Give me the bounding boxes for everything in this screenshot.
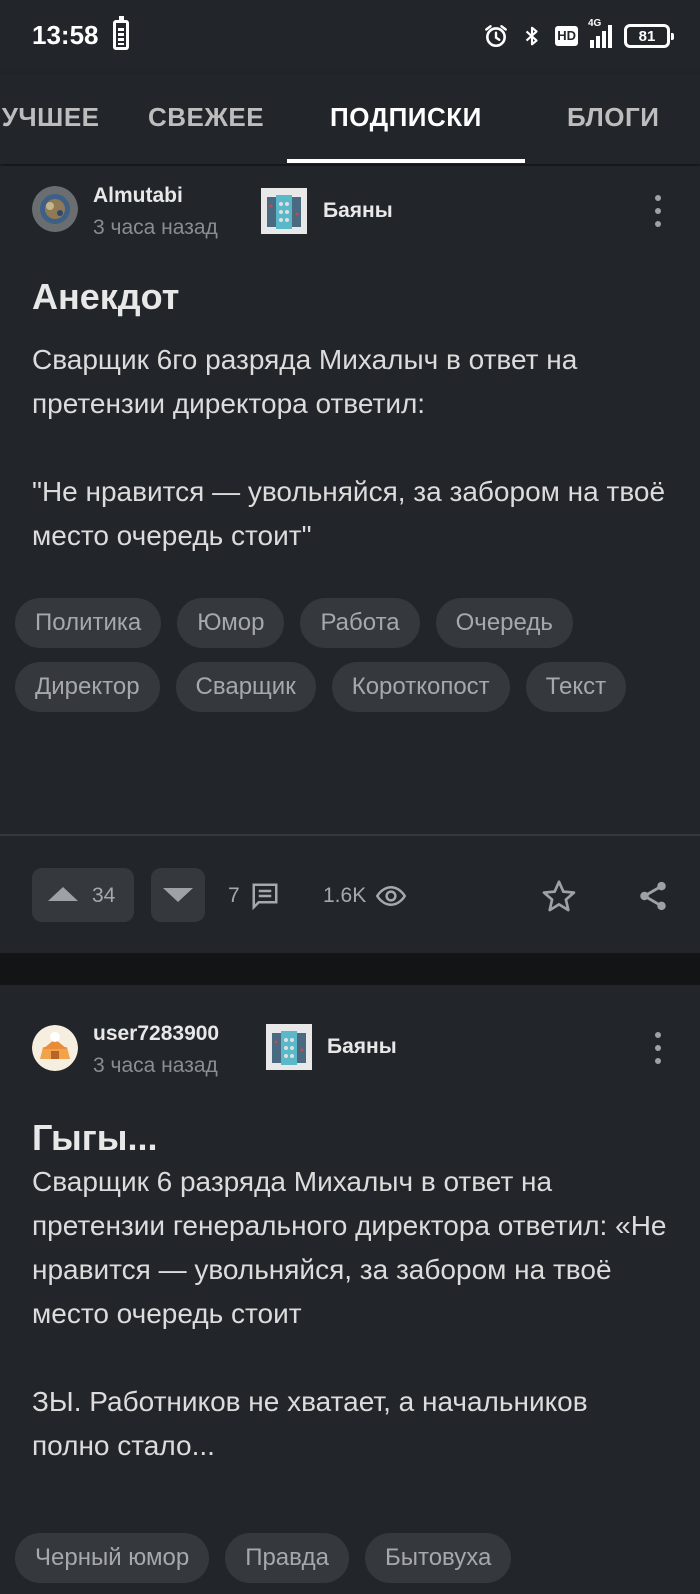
tag-chip[interactable]: Черный юмор bbox=[15, 1533, 210, 1583]
bluetooth-icon bbox=[526, 26, 538, 46]
feed-tabs: ЛУЧШЕЕ СВЕЖЕЕ ПОДПИСКИ БЛОГИ bbox=[0, 74, 700, 164]
tag-chip[interactable]: Юмор bbox=[177, 598, 285, 648]
tag-list: Политика Юмор Работа Очередь Директор Св… bbox=[15, 598, 685, 712]
tag-chip[interactable]: Работа bbox=[300, 598, 420, 648]
tag-chip[interactable]: Очередь bbox=[435, 598, 573, 648]
views-count: 1.6K bbox=[323, 884, 367, 907]
signal-icon: 4G bbox=[588, 18, 612, 48]
active-tab-indicator bbox=[287, 159, 525, 163]
hd-icon: HD bbox=[555, 26, 578, 46]
battery-saver-icon bbox=[113, 16, 129, 50]
arrow-up-icon bbox=[48, 887, 78, 901]
post-card: user7283900 3 часа назад Баяны Гыгы... С… bbox=[0, 985, 700, 1594]
tag-chip[interactable]: Политика bbox=[15, 598, 162, 648]
post-time: 3 часа назад bbox=[93, 1054, 218, 1077]
community-image[interactable] bbox=[266, 1024, 312, 1070]
tag-chip[interactable]: Директор bbox=[15, 662, 160, 712]
tag-chip[interactable]: Сварщик bbox=[175, 662, 316, 712]
tag-chip[interactable]: Бытовуха bbox=[364, 1533, 512, 1583]
avatar[interactable] bbox=[32, 1025, 78, 1071]
tag-list: Черный юмор Правда Бытовуха bbox=[15, 1533, 685, 1583]
tab-blogs[interactable]: БЛОГИ bbox=[567, 102, 659, 133]
post-time: 3 часа назад bbox=[93, 216, 218, 239]
more-menu-icon[interactable] bbox=[652, 195, 664, 227]
post-title[interactable]: Анекдот bbox=[32, 276, 179, 318]
arrow-down-icon bbox=[163, 888, 193, 902]
community-name[interactable]: Баяны bbox=[323, 199, 393, 223]
battery-level: 81 bbox=[638, 27, 656, 45]
downvote-button[interactable] bbox=[151, 868, 205, 922]
post-card: Almutabi 3 часа назад Баяны Анекдот Свар… bbox=[0, 166, 700, 953]
share-icon[interactable] bbox=[636, 878, 670, 914]
post-title[interactable]: Гыгы... bbox=[32, 1117, 158, 1159]
status-icons: HD 4G 81 bbox=[483, 18, 674, 54]
avatar[interactable] bbox=[32, 186, 78, 232]
tab-best[interactable]: ЛУЧШЕЕ bbox=[0, 102, 100, 133]
post-body: Сварщик 6го разряда Михалыч в ответ на п… bbox=[32, 344, 666, 551]
post-divider bbox=[0, 834, 700, 836]
comments-button[interactable]: 7 bbox=[228, 881, 282, 911]
post-author[interactable]: Almutabi bbox=[93, 184, 183, 208]
more-menu-icon[interactable] bbox=[652, 1032, 664, 1064]
post-separator bbox=[0, 953, 700, 985]
tab-fresh[interactable]: СВЕЖЕЕ bbox=[148, 102, 264, 133]
star-icon[interactable] bbox=[541, 878, 577, 914]
alarm-icon bbox=[485, 25, 508, 48]
status-bar: 13:58 HD 4G 81 bbox=[0, 0, 700, 74]
post-body: Сварщик 6 разряда Михалыч в ответ на пре… bbox=[32, 1166, 667, 1461]
post-author[interactable]: user7283900 bbox=[93, 1022, 219, 1046]
comments-count: 7 bbox=[228, 884, 240, 907]
tag-chip[interactable]: Правда bbox=[225, 1533, 349, 1583]
comment-icon bbox=[252, 883, 278, 911]
tag-chip[interactable]: Короткопост bbox=[331, 662, 510, 712]
tag-chip[interactable]: Текст bbox=[525, 662, 627, 712]
battery-icon: 81 bbox=[624, 24, 674, 48]
eye-icon bbox=[376, 885, 407, 907]
tab-subscriptions[interactable]: ПОДПИСКИ bbox=[330, 102, 482, 133]
network-type: 4G bbox=[588, 18, 602, 29]
rating-count: 34 bbox=[92, 884, 116, 907]
community-name[interactable]: Баяны bbox=[327, 1035, 397, 1059]
upvote-button[interactable]: 34 bbox=[32, 868, 134, 922]
views-counter: 1.6K bbox=[323, 881, 408, 911]
community-image[interactable] bbox=[261, 188, 307, 234]
post-actions: 34 7 1.6K bbox=[0, 868, 700, 924]
status-time: 13:58 bbox=[32, 20, 99, 50]
